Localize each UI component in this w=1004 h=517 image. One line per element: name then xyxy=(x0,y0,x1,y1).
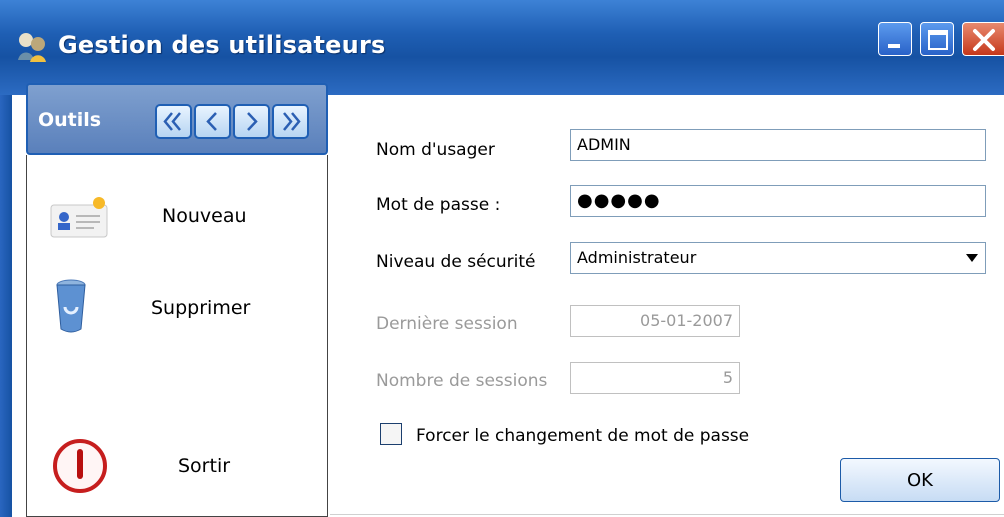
sidebar-item-new-label: Nouveau xyxy=(162,205,247,227)
user-management-window: Gestion des utilisateurs Outils Nouveau … xyxy=(0,0,1004,517)
window-bottom-edge xyxy=(330,514,1004,515)
nav-last-button[interactable] xyxy=(272,104,309,139)
close-button[interactable] xyxy=(962,22,1004,56)
last-session-field: 05-01-2007 xyxy=(570,305,740,337)
tools-label: Outils xyxy=(38,109,102,131)
next-icon xyxy=(247,112,258,131)
dropdown-arrow[interactable] xyxy=(959,243,985,273)
sidebar-item-delete-label: Supprimer xyxy=(151,297,251,319)
chevron-down-icon xyxy=(966,254,978,262)
force-password-change-label: Forcer le changement de mot de passe xyxy=(416,426,750,446)
username-label: Nom d'usager xyxy=(376,140,495,160)
sessions-count-label: Nombre de sessions xyxy=(376,371,548,391)
tools-sidebar: Outils Nouveau Supprimer Sortir xyxy=(26,83,328,517)
window-left-border xyxy=(0,95,12,517)
last-icon xyxy=(283,112,301,131)
password-input[interactable]: ●●●●● xyxy=(570,185,986,217)
sidebar-item-new[interactable]: Nouveau xyxy=(27,193,327,253)
minimize-button[interactable] xyxy=(878,22,912,56)
sidebar-item-delete[interactable]: Supprimer xyxy=(27,279,327,345)
close-icon xyxy=(973,29,995,51)
exit-power-icon xyxy=(53,439,107,493)
app-users-icon xyxy=(18,33,46,62)
password-label: Mot de passe : xyxy=(376,195,501,215)
window-title: Gestion des utilisateurs xyxy=(58,31,386,59)
security-level-select[interactable]: Administrateur xyxy=(570,242,986,274)
maximize-button[interactable] xyxy=(920,22,954,56)
tools-list: Nouveau Supprimer Sortir xyxy=(26,155,328,517)
minimize-icon xyxy=(888,44,900,48)
last-session-label: Dernière session xyxy=(376,314,518,334)
tools-header: Outils xyxy=(26,83,328,155)
sidebar-item-exit[interactable]: Sortir xyxy=(27,439,327,503)
first-icon xyxy=(163,112,181,131)
security-level-value: Administrateur xyxy=(577,248,697,267)
force-password-change-checkbox[interactable] xyxy=(380,423,402,445)
previous-icon xyxy=(206,112,217,131)
title-bar: Gestion des utilisateurs xyxy=(0,0,1004,95)
sidebar-item-exit-label: Sortir xyxy=(178,455,231,477)
username-input[interactable]: ADMIN xyxy=(570,129,986,161)
ok-button[interactable]: OK xyxy=(840,458,1000,502)
nav-previous-button[interactable] xyxy=(194,104,231,139)
nav-next-button[interactable] xyxy=(233,104,270,139)
recycle-bin-icon xyxy=(56,279,86,333)
security-level-label: Niveau de sécurité xyxy=(376,252,536,272)
sessions-count-field: 5 xyxy=(570,362,740,394)
maximize-icon xyxy=(928,30,948,50)
nav-first-button[interactable] xyxy=(155,104,192,139)
new-user-card-icon xyxy=(50,197,108,238)
